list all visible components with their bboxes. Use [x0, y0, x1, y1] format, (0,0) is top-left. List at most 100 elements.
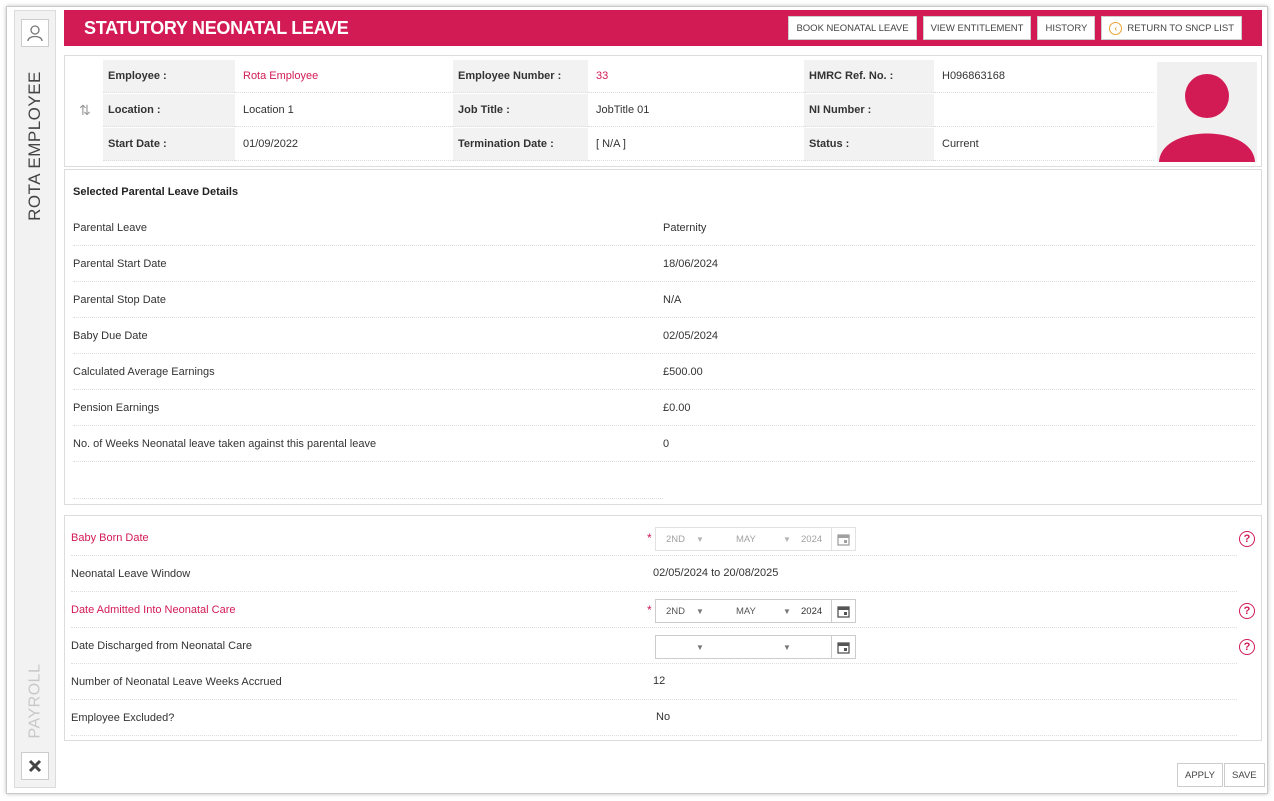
location-label: Location :	[103, 94, 235, 127]
date-discharged-row: Date Discharged from Neonatal Care	[71, 628, 1237, 664]
employee-excluded-label: Employee Excluded?	[71, 711, 175, 724]
location-value: Location 1	[235, 94, 453, 127]
detail-label: Parental Stop Date	[73, 293, 166, 306]
page-title: STATUTORY NEONATAL LEAVE	[84, 17, 349, 38]
baby-born-year: 2024	[801, 533, 823, 545]
employee-number-value: 33	[588, 60, 804, 93]
detail-row: Baby Due Date 02/05/2024	[73, 318, 1255, 354]
detail-label: No. of Weeks Neonatal leave taken agains…	[73, 437, 377, 450]
detail-value: N/A	[663, 293, 682, 306]
hmrc-label: HMRC Ref. No. :	[804, 60, 934, 93]
help-icon[interactable]: ?	[1239, 639, 1255, 655]
termination-date-value: [ N/A ]	[588, 128, 804, 161]
detail-row: Pension Earnings £0.00	[73, 390, 1255, 426]
ni-number-value	[934, 94, 1154, 127]
chevron-down-icon[interactable]: ▼	[783, 643, 791, 652]
neonatal-window-label: Neonatal Leave Window	[71, 567, 191, 580]
chevron-down-icon[interactable]: ▼	[696, 607, 704, 616]
page-header: STATUTORY NEONATAL LEAVE BOOK NEONATAL L…	[64, 10, 1262, 46]
sidebar-module-label: PAYROLL	[26, 663, 43, 739]
admitted-month-select[interactable]: MAY	[736, 606, 756, 617]
month-value: MAY	[736, 605, 756, 617]
date-admitted-row: Date Admitted Into Neonatal Care	[71, 592, 1237, 628]
required-marker: *	[647, 531, 652, 545]
admitted-year-input[interactable]: 2024	[801, 606, 822, 617]
baby-born-month-select: MAY	[736, 534, 756, 545]
detail-row: Parental Start Date 18/06/2024	[73, 246, 1255, 282]
close-icon[interactable]	[21, 752, 49, 780]
return-label: RETURN TO SNCP LIST	[1127, 22, 1234, 34]
baby-born-date-picker: 2ND ▼ MAY ▼ 2024	[655, 527, 856, 551]
ni-number-label: NI Number :	[804, 94, 934, 127]
start-row: Start Date : 01/09/2022 Termination Date…	[103, 128, 1154, 161]
sidebar-employee-name: ROTA EMPLOYEE	[25, 71, 44, 221]
start-date-label: Start Date :	[103, 128, 235, 161]
sidebar: ROTA EMPLOYEE PAYROLL	[14, 10, 56, 788]
detail-row: Calculated Average Earnings £500.00	[73, 354, 1255, 390]
chevron-down-icon[interactable]: ▼	[783, 607, 791, 616]
employee-label: Employee :	[103, 60, 235, 93]
detail-label: Parental Start Date	[73, 257, 167, 270]
detail-row: Parental Leave Paternity	[73, 210, 1255, 246]
day-value: 2ND	[666, 605, 686, 617]
help-icon[interactable]: ?	[1239, 531, 1255, 547]
detail-row: Parental Stop Date N/A	[73, 282, 1255, 318]
status-value: Current	[934, 128, 1154, 161]
user-icon[interactable]	[21, 19, 49, 47]
employee-row: Employee : Rota Employee Employee Number…	[103, 60, 1154, 93]
avatar-icon	[1159, 74, 1255, 162]
termination-date-label: Termination Date :	[453, 128, 588, 161]
swap-icon[interactable]: ⇅	[79, 102, 91, 119]
date-admitted-label: Date Admitted Into Neonatal Care	[71, 603, 236, 616]
detail-value: 18/06/2024	[663, 257, 719, 270]
employee-value[interactable]: Rota Employee	[235, 60, 453, 93]
calendar-icon[interactable]	[831, 636, 855, 658]
required-marker: *	[647, 603, 652, 617]
detail-value: £0.00	[663, 401, 691, 414]
detail-value: Paternity	[663, 221, 707, 234]
detail-value: 02/05/2024	[663, 329, 719, 342]
detail-label: Pension Earnings	[73, 401, 160, 414]
divider	[73, 498, 663, 499]
date-discharged-label: Date Discharged from Neonatal Care	[71, 639, 252, 652]
baby-born-day-select: 2ND	[666, 534, 685, 545]
weeks-accrued-value: 12	[653, 675, 666, 687]
weeks-accrued-label: Number of Neonatal Leave Weeks Accrued	[71, 675, 282, 688]
baby-born-row: Baby Born Date	[71, 520, 1237, 556]
parental-leave-details: Selected Parental Leave Details Parental…	[64, 169, 1262, 505]
save-button[interactable]: SAVE	[1224, 763, 1265, 787]
admitted-day-select[interactable]: 2ND	[666, 606, 685, 617]
book-neonatal-leave-button[interactable]: BOOK NEONATAL LEAVE	[788, 16, 917, 40]
calendar-icon	[831, 528, 855, 550]
details-heading: Selected Parental Leave Details	[73, 186, 239, 198]
neonatal-leave-form: Baby Born Date * 2ND ▼ MAY ▼ 2024 ? Neon…	[64, 515, 1262, 741]
employee-excluded-row: Employee Excluded?	[71, 700, 1237, 736]
day-value: 2ND	[666, 533, 686, 545]
detail-row: No. of Weeks Neonatal leave taken agains…	[73, 426, 1255, 462]
detail-value: 0	[663, 437, 670, 450]
detail-label: Parental Leave	[73, 221, 147, 234]
chevron-down-icon[interactable]: ▼	[696, 643, 704, 652]
date-discharged-picker: ▼ ▼	[655, 635, 856, 659]
history-button[interactable]: HISTORY	[1037, 16, 1096, 40]
start-date-value: 01/09/2022	[235, 128, 453, 161]
month-value: MAY	[736, 533, 756, 545]
return-to-sncp-list-button[interactable]: ‹ RETURN TO SNCP LIST	[1101, 16, 1242, 40]
employee-excluded-value: No	[656, 711, 671, 723]
help-icon[interactable]: ?	[1239, 603, 1255, 619]
employee-summary: ⇅ Employee : Rota Employee Employee Numb…	[64, 55, 1262, 167]
calendar-icon[interactable]	[831, 600, 855, 622]
back-arrow-icon: ‹	[1109, 21, 1123, 35]
apply-button[interactable]: APPLY	[1177, 763, 1223, 787]
baby-born-label: Baby Born Date	[71, 531, 149, 544]
location-row: Location : Location 1 Job Title : JobTit…	[103, 94, 1154, 127]
detail-label: Baby Due Date	[73, 329, 148, 342]
detail-value: £500.00	[663, 365, 703, 378]
hmrc-value: H096863168	[934, 60, 1154, 93]
detail-label: Calculated Average Earnings	[73, 365, 215, 378]
job-title-label: Job Title :	[453, 94, 588, 127]
employee-avatar	[1157, 62, 1257, 162]
job-title-value: JobTitle 01	[588, 94, 804, 127]
view-entitlement-button[interactable]: VIEW ENTITLEMENT	[922, 16, 1032, 40]
chevron-down-icon: ▼	[696, 534, 704, 544]
